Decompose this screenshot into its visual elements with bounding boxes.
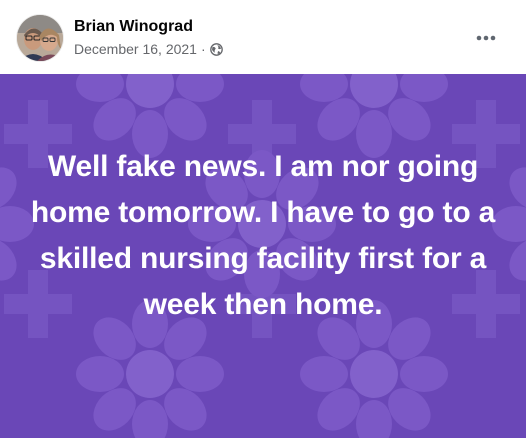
facebook-post: Brian Winograd December 16, 2021 · Well … [0, 0, 526, 438]
post-date[interactable]: December 16, 2021 [74, 41, 197, 57]
post-text: Well fake news. I am nor going home tomo… [30, 150, 496, 321]
post-header: Brian Winograd December 16, 2021 · [0, 0, 526, 74]
more-horizontal-icon [476, 35, 496, 41]
meta-separator: · [200, 41, 206, 57]
avatar-photo [17, 15, 63, 61]
more-options-button[interactable] [470, 22, 502, 54]
author-name[interactable]: Brian Winograd [74, 18, 193, 36]
post-meta: December 16, 2021 · [74, 41, 223, 57]
globe-icon[interactable] [209, 43, 223, 56]
background-text-post[interactable]: Well fake news. I am nor going home tomo… [0, 74, 526, 438]
avatar[interactable] [17, 15, 63, 61]
